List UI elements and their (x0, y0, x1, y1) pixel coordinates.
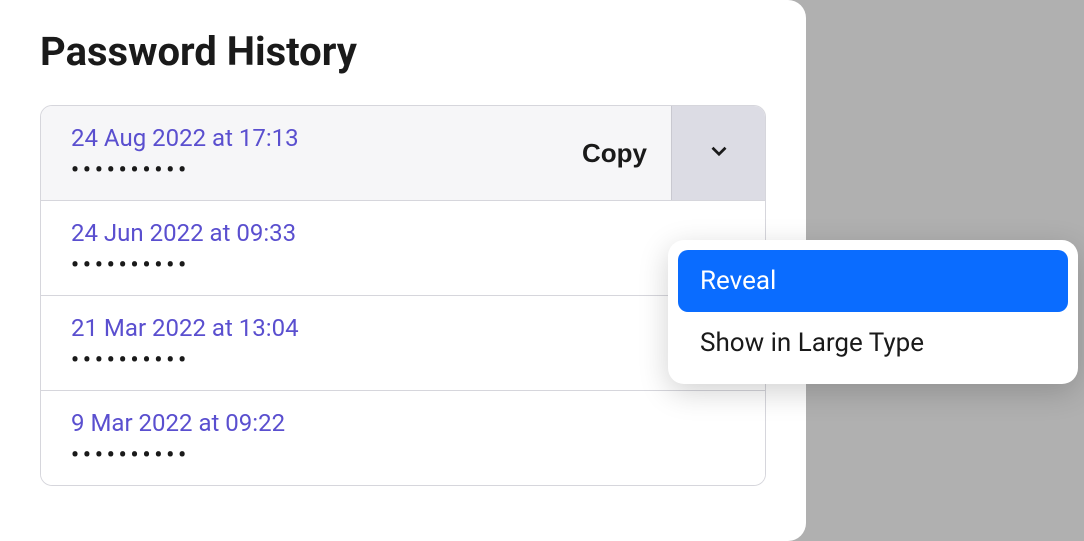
row-actions: Copy (558, 106, 765, 200)
password-history-list: 24 Aug 2022 at 17:13 •••••••••• Copy 24 … (40, 105, 766, 486)
actions-dropdown-menu: Reveal Show in Large Type (668, 240, 1078, 384)
masked-password: •••••••••• (71, 350, 735, 372)
masked-password: •••••••••• (71, 445, 735, 467)
history-row[interactable]: 21 Mar 2022 at 13:04 •••••••••• (41, 296, 765, 391)
menu-item-reveal[interactable]: Reveal (678, 250, 1068, 312)
entry-date: 9 Mar 2022 at 09:22 (71, 409, 735, 437)
row-content: 24 Jun 2022 at 09:33 •••••••••• (41, 201, 765, 295)
masked-password: •••••••••• (71, 255, 735, 277)
entry-date: 21 Mar 2022 at 13:04 (71, 314, 735, 342)
history-row[interactable]: 24 Jun 2022 at 09:33 •••••••••• (41, 201, 765, 296)
row-content: 21 Mar 2022 at 13:04 •••••••••• (41, 296, 765, 390)
copy-button[interactable]: Copy (558, 106, 671, 200)
history-row[interactable]: 9 Mar 2022 at 09:22 •••••••••• (41, 391, 765, 485)
masked-password: •••••••••• (71, 160, 528, 182)
more-actions-button[interactable] (671, 106, 765, 200)
row-content: 9 Mar 2022 at 09:22 •••••••••• (41, 391, 765, 485)
entry-date: 24 Aug 2022 at 17:13 (71, 124, 528, 152)
entry-date: 24 Jun 2022 at 09:33 (71, 219, 735, 247)
page-title: Password History (40, 28, 766, 75)
chevron-down-icon (706, 138, 732, 168)
history-row[interactable]: 24 Aug 2022 at 17:13 •••••••••• Copy (41, 106, 765, 201)
menu-item-large-type[interactable]: Show in Large Type (678, 312, 1068, 374)
row-content: 24 Aug 2022 at 17:13 •••••••••• (41, 106, 558, 200)
